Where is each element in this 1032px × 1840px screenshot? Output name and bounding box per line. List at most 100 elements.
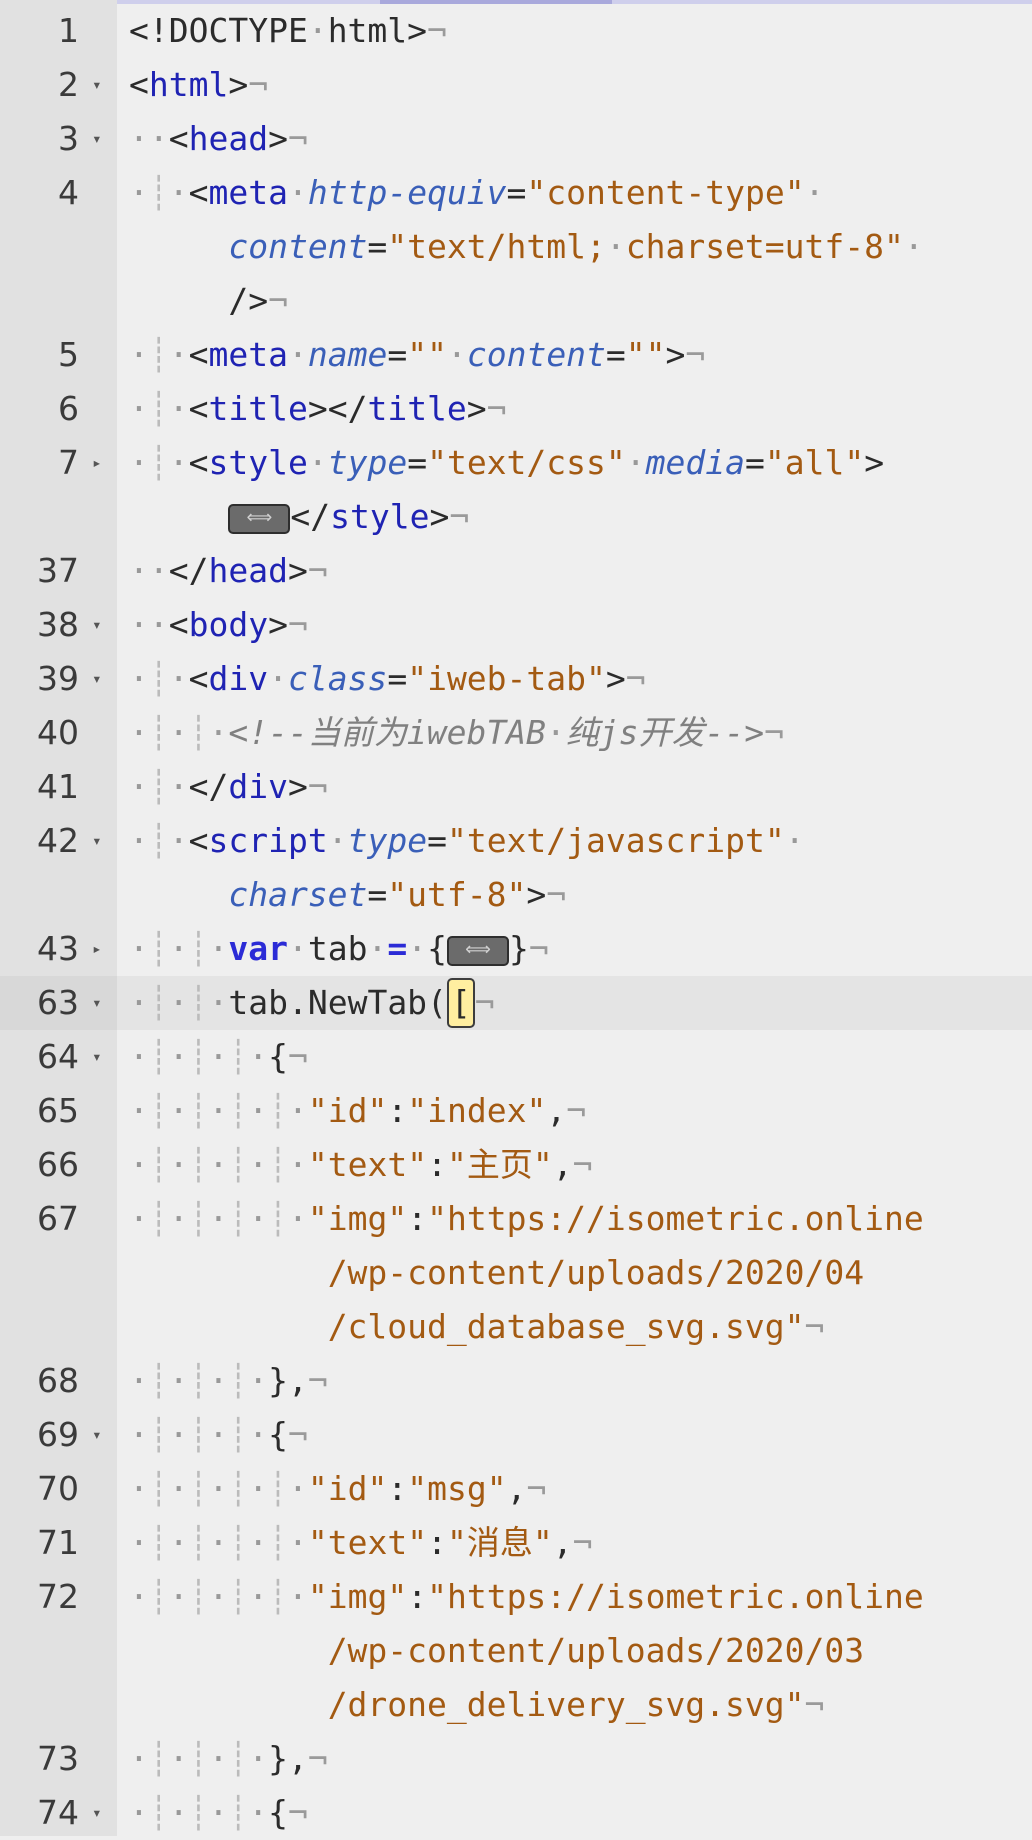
code-line[interactable]: 7 ▸ ·┊·<style·type="text/css"·media="all"> bbox=[0, 436, 1032, 490]
code-line[interactable]: 41 ·┊·</div>¬ bbox=[0, 760, 1032, 814]
code-line[interactable]: 42 ▾ ·┊·<script·type="text/javascript"· bbox=[0, 814, 1032, 868]
code-text[interactable]: ·┊·<style·type="text/css"·media="all"> bbox=[129, 436, 1032, 490]
code-line[interactable]: 74 ▾ ·┊·┊·┊·{¬ bbox=[0, 1786, 1032, 1840]
code-text[interactable]: /wp-content/uploads/2020/03 bbox=[129, 1624, 1032, 1678]
eol-marker: ¬ bbox=[764, 713, 785, 752]
code-token: , bbox=[552, 1145, 573, 1184]
code-token: "主页" bbox=[446, 1145, 553, 1184]
code-token: title bbox=[208, 389, 308, 428]
fold-collapsed-icon[interactable]: ▸ bbox=[92, 922, 102, 976]
code-line[interactable]: /cloud_database_svg.svg"¬ bbox=[0, 1300, 1032, 1354]
code-text[interactable]: /cloud_database_svg.svg"¬ bbox=[129, 1300, 1032, 1354]
code-token: "all" bbox=[764, 443, 865, 482]
whitespace-marker: ┊ bbox=[148, 1361, 169, 1400]
code-line[interactable]: 40 ·┊·┊·<!--当前为iwebTAB·纯js开发-->¬ bbox=[0, 706, 1032, 760]
code-text[interactable]: ·┊·┊·var·tab·=·{⟺}¬ bbox=[129, 922, 1032, 976]
whitespace-marker: · bbox=[208, 1577, 229, 1616]
code-line[interactable]: 65 ·┊·┊·┊·┊·"id":"index",¬ bbox=[0, 1084, 1032, 1138]
code-text[interactable]: charset="utf-8">¬ bbox=[129, 868, 1032, 922]
code-line[interactable]: 43 ▸ ·┊·┊·var·tab·=·{⟺}¬ bbox=[0, 922, 1032, 976]
code-line[interactable]: content="text/html;·charset=utf-8"· bbox=[0, 220, 1032, 274]
fold-expanded-icon[interactable]: ▾ bbox=[92, 58, 102, 112]
code-line[interactable]: 69 ▾ ·┊·┊·┊·{¬ bbox=[0, 1408, 1032, 1462]
fold-placeholder-icon[interactable]: ⟺ bbox=[446, 935, 509, 966]
code-text[interactable]: ·┊·<div·class="iweb-tab">¬ bbox=[129, 652, 1032, 706]
code-token: > bbox=[287, 551, 308, 590]
code-text[interactable]: <html>¬ bbox=[129, 58, 1032, 112]
code-text[interactable]: ··<body>¬ bbox=[129, 598, 1032, 652]
fold-expanded-icon[interactable]: ▾ bbox=[92, 112, 102, 166]
code-text[interactable]: ·┊·<meta·name=""·content="">¬ bbox=[129, 328, 1032, 382]
code-line[interactable]: 38 ▾ ··<body>¬ bbox=[0, 598, 1032, 652]
fold-expanded-icon[interactable]: ▾ bbox=[92, 1408, 102, 1462]
code-line[interactable]: 5 ·┊·<meta·name=""·content="">¬ bbox=[0, 328, 1032, 382]
code-text[interactable]: ·┊·<meta·http-equiv="content-type"· bbox=[129, 166, 1032, 220]
fold-expanded-icon[interactable]: ▾ bbox=[92, 976, 102, 1030]
fold-expanded-icon[interactable]: ▾ bbox=[92, 814, 102, 868]
fold-expanded-icon[interactable]: ▾ bbox=[92, 598, 102, 652]
code-token: </ bbox=[290, 497, 331, 536]
code-text[interactable]: ··</head>¬ bbox=[129, 544, 1032, 598]
fold-placeholder-icon[interactable]: ⟺ bbox=[228, 503, 291, 534]
code-line[interactable]: 4 ·┊·<meta·http-equiv="content-type"· bbox=[0, 166, 1032, 220]
code-line[interactable]: />¬ bbox=[0, 274, 1032, 328]
code-text[interactable]: ·┊·┊·tab.NewTab([¬ bbox=[129, 976, 1032, 1030]
code-text[interactable]: ·┊·┊·┊·},¬ bbox=[129, 1354, 1032, 1408]
code-text[interactable]: ·┊·┊·┊·┊·"id":"index",¬ bbox=[129, 1084, 1032, 1138]
code-text[interactable]: />¬ bbox=[129, 274, 1032, 328]
code-text[interactable]: ·┊·┊·<!--当前为iwebTAB·纯js开发-->¬ bbox=[129, 706, 1032, 760]
code-text[interactable]: ·┊·┊·┊·{¬ bbox=[129, 1030, 1032, 1084]
code-line[interactable]: 70 ·┊·┊·┊·┊·"id":"msg",¬ bbox=[0, 1462, 1032, 1516]
fold-expanded-icon[interactable]: ▾ bbox=[92, 1786, 102, 1840]
code-line[interactable]: /drone_delivery_svg.svg"¬ bbox=[0, 1678, 1032, 1732]
code-text[interactable]: ·┊·<title></title>¬ bbox=[129, 382, 1032, 436]
code-text[interactable]: content="text/html;·charset=utf-8"· bbox=[129, 220, 1032, 274]
code-line[interactable]: 72 ·┊·┊·┊·┊·"img":"https://isometric.onli… bbox=[0, 1570, 1032, 1624]
code-line[interactable]: 37 ··</head>¬ bbox=[0, 544, 1032, 598]
code-text[interactable]: ·┊·┊·┊·┊·"id":"msg",¬ bbox=[129, 1462, 1032, 1516]
code-text[interactable]: /wp-content/uploads/2020/04 bbox=[129, 1246, 1032, 1300]
code-text[interactable]: ·┊·┊·┊·┊·"img":"https://isometric.online bbox=[129, 1192, 1032, 1246]
code-text[interactable]: ··<head>¬ bbox=[129, 112, 1032, 166]
gutter-cell: 67 bbox=[0, 1192, 117, 1246]
fold-collapsed-icon[interactable]: ▸ bbox=[92, 436, 102, 490]
fold-expanded-icon[interactable]: ▾ bbox=[92, 1030, 102, 1084]
whitespace-marker: · bbox=[248, 1739, 269, 1778]
code-text[interactable]: ·┊·<script·type="text/javascript"· bbox=[129, 814, 1032, 868]
code-line[interactable]: 67 ·┊·┊·┊·┊·"img":"https://isometric.onli… bbox=[0, 1192, 1032, 1246]
code-line[interactable]: 2 ▾ <html>¬ bbox=[0, 58, 1032, 112]
line-number: 68 bbox=[37, 1361, 79, 1400]
code-text[interactable]: ·┊·</div>¬ bbox=[129, 760, 1032, 814]
code-text[interactable]: ·┊·┊·┊·┊·"text":"主页",¬ bbox=[129, 1138, 1032, 1192]
code-line[interactable]: 73 ·┊·┊·┊·},¬ bbox=[0, 1732, 1032, 1786]
code-line[interactable]: 71 ·┊·┊·┊·┊·"text":"消息",¬ bbox=[0, 1516, 1032, 1570]
code-line[interactable]: 3 ▾ ··<head>¬ bbox=[0, 112, 1032, 166]
code-token: tab bbox=[307, 929, 368, 968]
code-line[interactable]: /wp-content/uploads/2020/03 bbox=[0, 1624, 1032, 1678]
code-line[interactable]: 39 ▾ ·┊·<div·class="iweb-tab">¬ bbox=[0, 652, 1032, 706]
whitespace-marker: ┊ bbox=[148, 1199, 169, 1238]
code-line[interactable]: /wp-content/uploads/2020/04 bbox=[0, 1246, 1032, 1300]
code-text[interactable]: ·┊·┊·┊·┊·"text":"消息",¬ bbox=[129, 1516, 1032, 1570]
code-text[interactable]: ·┊·┊·┊·},¬ bbox=[129, 1732, 1032, 1786]
code-text[interactable]: ·┊·┊·┊·┊·"img":"https://isometric.online bbox=[129, 1570, 1032, 1624]
whitespace-marker: ┊ bbox=[148, 1415, 169, 1454]
code-token: = bbox=[387, 929, 408, 968]
code-text[interactable]: <!DOCTYPE·html>¬ bbox=[129, 4, 1032, 58]
code-line[interactable]: 6 ·┊·<title></title>¬ bbox=[0, 382, 1032, 436]
code-line[interactable]: 1 <!DOCTYPE·html>¬ bbox=[0, 4, 1032, 58]
code-line[interactable]: 68 ·┊·┊·┊·},¬ bbox=[0, 1354, 1032, 1408]
code-line[interactable]: 64 ▾ ·┊·┊·┊·{¬ bbox=[0, 1030, 1032, 1084]
line-number: 7 bbox=[58, 443, 79, 482]
code-text[interactable]: ·┊·┊·┊·{¬ bbox=[129, 1408, 1032, 1462]
code-line[interactable]: ⟺ </style>¬ bbox=[0, 490, 1032, 544]
code-line-current[interactable]: 63 ▾ ·┊·┊·tab.NewTab([¬ bbox=[0, 976, 1032, 1030]
gutter-cell: 1 bbox=[0, 4, 117, 58]
code-text[interactable]: ·┊·┊·┊·{¬ bbox=[129, 1786, 1032, 1840]
code-text[interactable]: /drone_delivery_svg.svg"¬ bbox=[129, 1678, 1032, 1732]
fold-expanded-icon[interactable]: ▾ bbox=[92, 652, 102, 706]
code-editor[interactable]: 1 <!DOCTYPE·html>¬ 2 ▾ <html>¬ 3 ▾ ··<head>¬ 4 ·┊… bbox=[0, 4, 1032, 1840]
code-line[interactable]: 66 ·┊·┊·┊·┊·"text":"主页",¬ bbox=[0, 1138, 1032, 1192]
code-text[interactable]: ⟺ </style>¬ bbox=[129, 490, 1032, 544]
code-line[interactable]: charset="utf-8">¬ bbox=[0, 868, 1032, 922]
